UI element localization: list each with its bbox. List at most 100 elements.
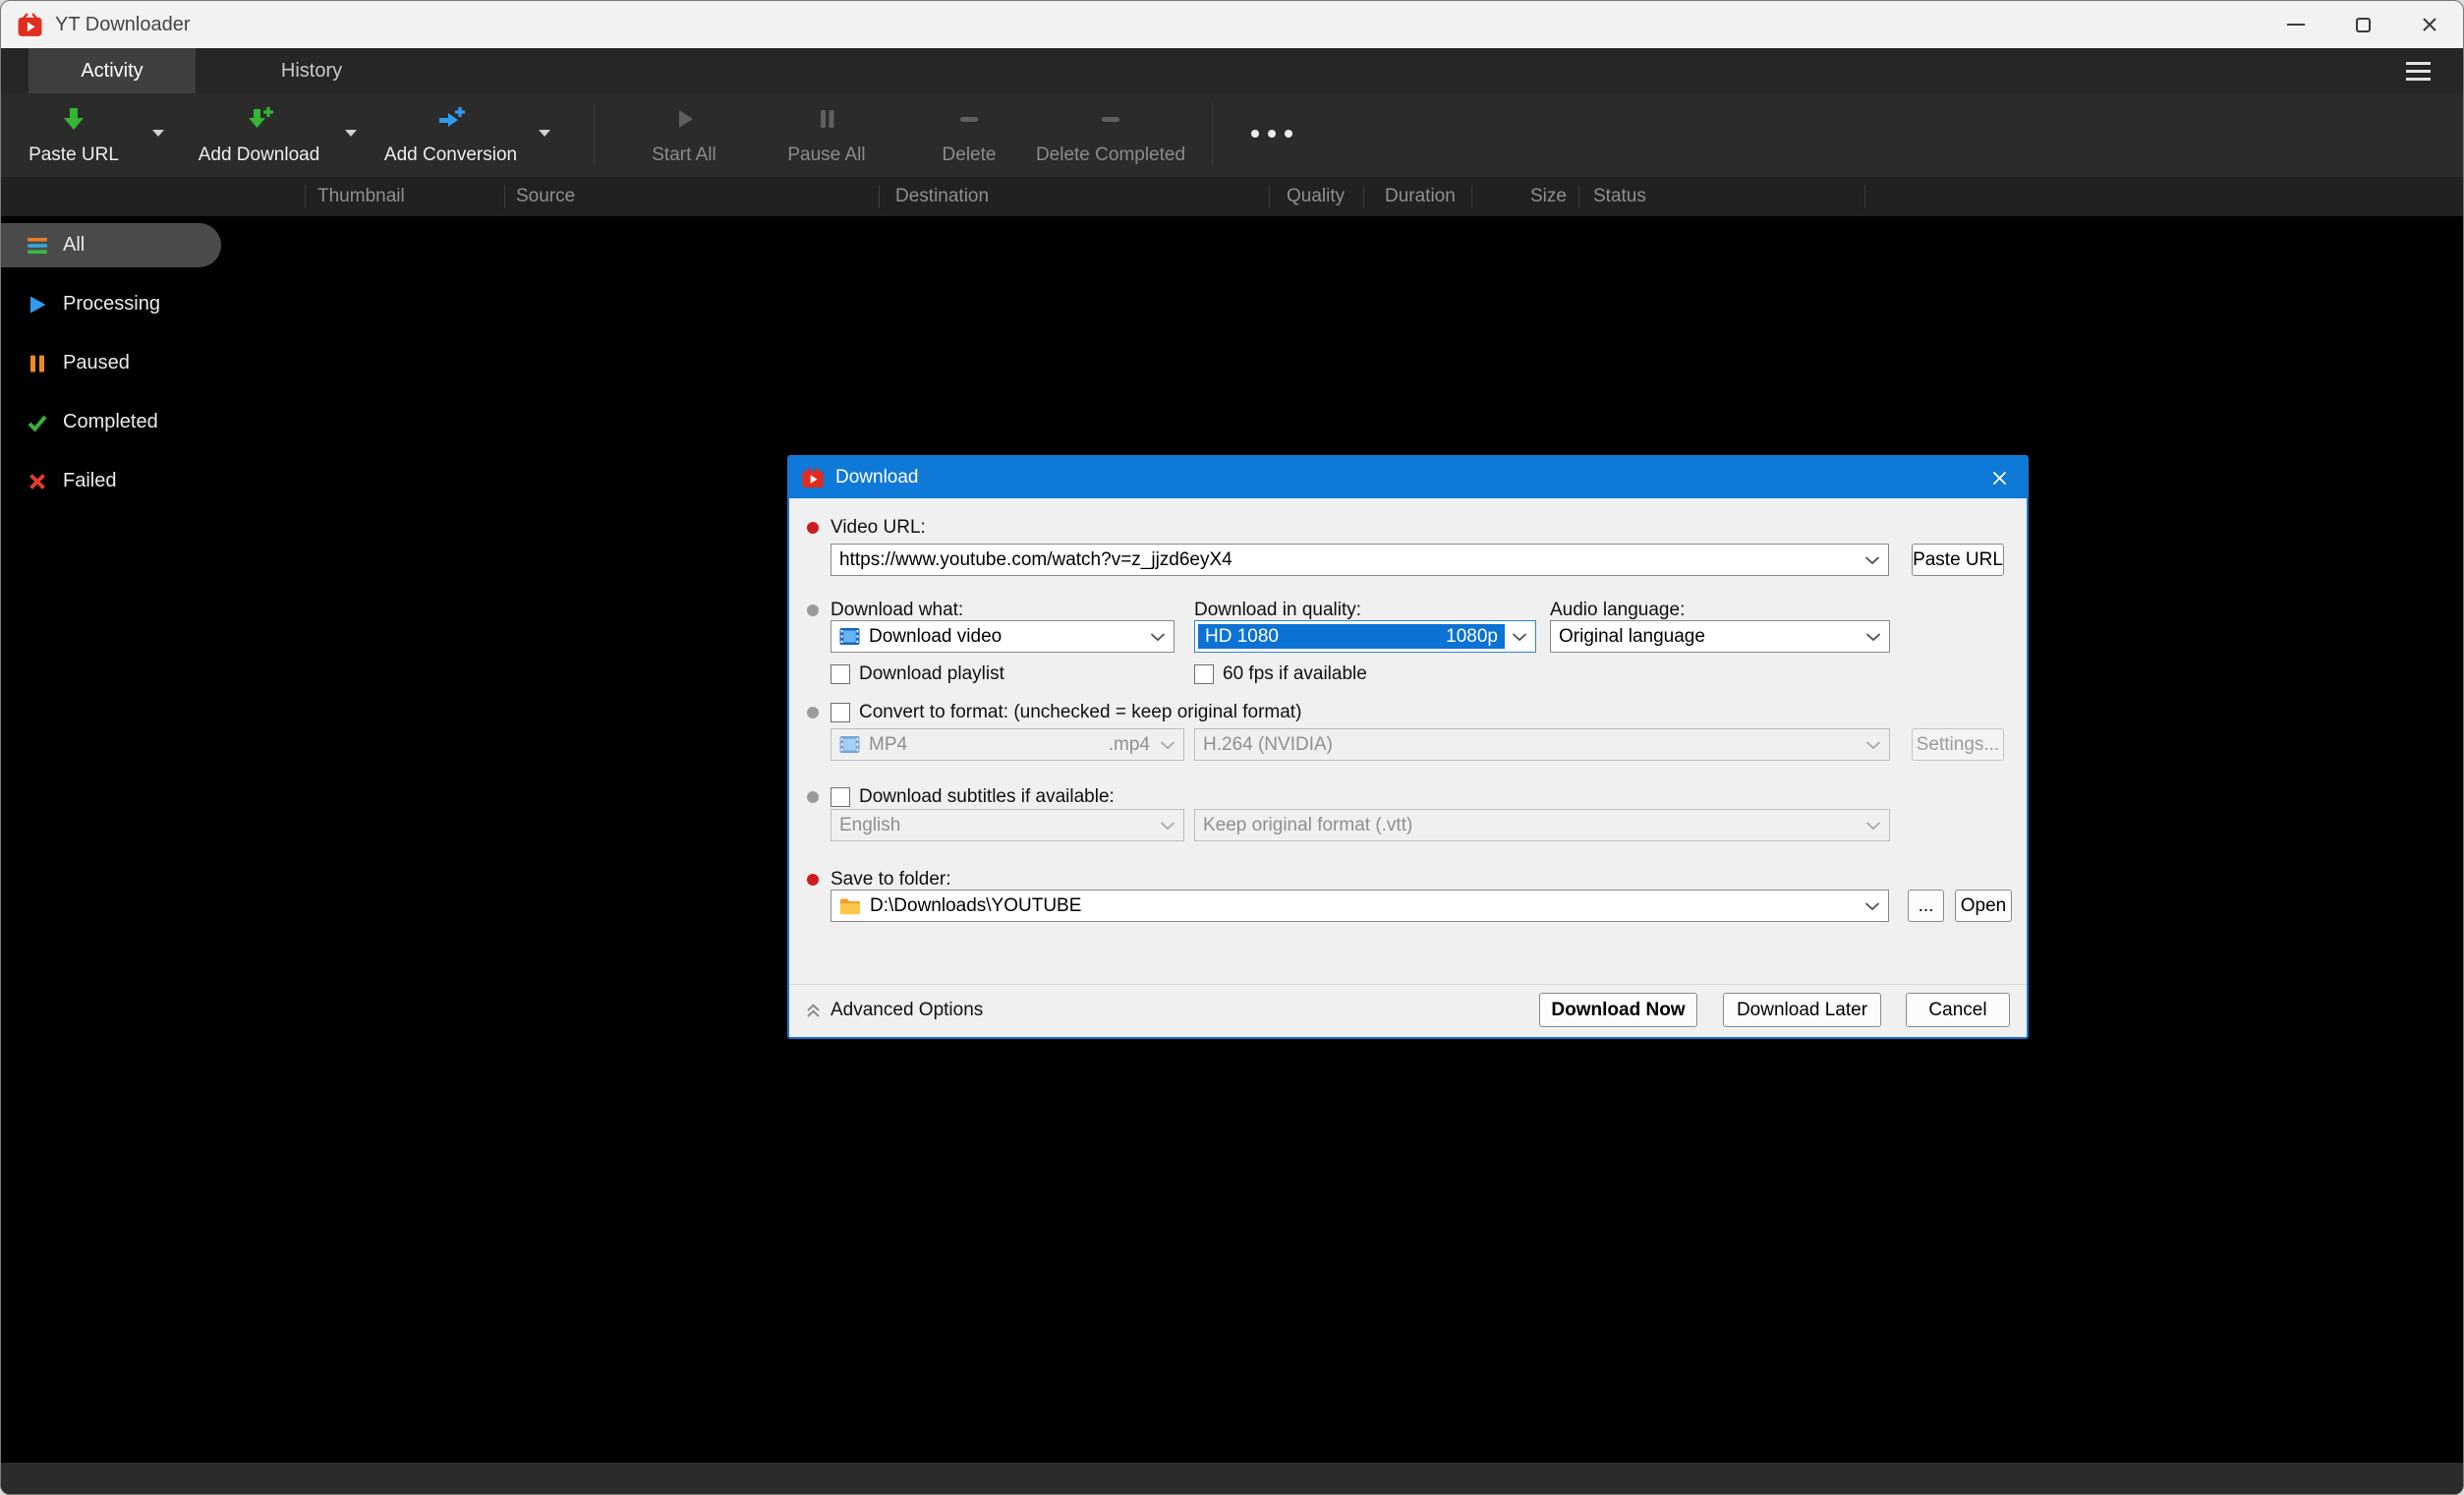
dialog-title-bar: Download <box>789 457 2027 498</box>
download-now-button[interactable]: Download Now <box>1539 993 1697 1027</box>
audio-language-select[interactable]: Original language <box>1550 620 1890 653</box>
column-size[interactable]: Size <box>1530 177 1567 216</box>
chevron-down-icon[interactable] <box>1150 632 1166 641</box>
maximize-button[interactable] <box>2329 1 2396 48</box>
chevron-down-icon[interactable] <box>1512 632 1527 641</box>
app-window: YT Downloader Activity History Paste URL <box>0 0 2464 1495</box>
column-quality[interactable]: Quality <box>1287 177 1345 216</box>
chevron-down-icon[interactable] <box>1865 632 1881 641</box>
filter-processing[interactable]: Processing <box>1 282 221 326</box>
dialog-title: Download <box>835 467 919 489</box>
filter-all-label: All <box>63 234 85 257</box>
delete-button[interactable]: Delete <box>905 99 1033 168</box>
film-icon <box>839 734 860 755</box>
column-status[interactable]: Status <box>1593 177 1646 216</box>
filter-completed-label: Completed <box>63 411 158 433</box>
delete-label: Delete <box>943 144 997 166</box>
more-button[interactable] <box>1237 119 1306 150</box>
tab-history[interactable]: History <box>227 48 396 93</box>
column-source[interactable]: Source <box>516 177 575 216</box>
paused-icon <box>27 353 48 374</box>
add-download-button[interactable]: Add Download <box>198 99 320 168</box>
close-button[interactable] <box>2396 1 2463 48</box>
filter-paused[interactable]: Paused <box>1 341 221 385</box>
paste-url-icon <box>59 103 88 135</box>
download-what-select[interactable]: Download video <box>831 620 1175 653</box>
convert-checkbox[interactable] <box>831 703 850 722</box>
add-download-dropdown[interactable] <box>343 127 359 139</box>
filter-paused-label: Paused <box>63 352 130 374</box>
delete-completed-label: Delete Completed <box>1036 144 1185 166</box>
video-url-value: https://www.youtube.com/watch?v=z_jjzd6e… <box>839 549 1232 571</box>
pause-all-icon <box>812 103 841 135</box>
start-all-icon <box>669 103 699 135</box>
quality-select[interactable]: HD 1080 1080p <box>1194 620 1536 653</box>
paste-url-button[interactable]: Paste URL <box>17 99 131 168</box>
download-playlist-label: Download playlist <box>859 663 1004 685</box>
filter-processing-label: Processing <box>63 293 160 316</box>
chevron-down-icon <box>1160 740 1175 749</box>
download-playlist-checkbox-row: Download playlist <box>831 662 1004 686</box>
chevron-down-icon[interactable] <box>1864 901 1880 910</box>
fps-checkbox-row: 60 fps if available <box>1194 662 1367 686</box>
film-icon <box>839 626 860 647</box>
add-conversion-button[interactable]: Add Conversion <box>384 99 517 168</box>
download-playlist-checkbox[interactable] <box>831 664 850 684</box>
cancel-button[interactable]: Cancel <box>1906 993 2010 1027</box>
title-bar: YT Downloader <box>1 1 2463 48</box>
hamburger-icon <box>2406 62 2431 65</box>
audio-language-label: Audio language: <box>1550 599 1685 622</box>
save-folder-input[interactable]: D:\Downloads\YOUTUBE <box>831 890 1889 922</box>
failed-icon <box>27 471 48 492</box>
close-icon <box>2422 17 2437 32</box>
fps-checkbox[interactable] <box>1194 664 1214 684</box>
filter-all-icon <box>27 235 48 257</box>
add-conversion-icon <box>436 103 466 135</box>
chevron-down-icon <box>1160 821 1175 830</box>
advanced-options-toggle[interactable]: Advanced Options <box>805 994 983 1027</box>
filter-all[interactable]: All <box>1 223 221 267</box>
window-controls <box>2263 1 2463 48</box>
filter-completed[interactable]: Completed <box>1 400 221 444</box>
download-later-button[interactable]: Download Later <box>1723 993 1881 1027</box>
column-destination[interactable]: Destination <box>895 177 989 216</box>
minimize-icon <box>2287 24 2305 26</box>
tab-activity[interactable]: Activity <box>29 48 196 93</box>
quality-right-value: 1080p <box>1446 626 1498 648</box>
subtitle-format-select: Keep original format (.vtt) <box>1194 809 1890 841</box>
quality-label: Download in quality: <box>1194 599 1361 622</box>
browse-folder-button[interactable]: ... <box>1908 890 1944 922</box>
subtitles-checkbox[interactable] <box>831 787 850 807</box>
dialog-footer-divider <box>789 984 2027 985</box>
convert-format-ext: .mp4 <box>1109 734 1152 756</box>
start-all-button[interactable]: Start All <box>620 99 748 168</box>
list-header: Thumbnail Source Destination Quality Dur… <box>1 177 2463 216</box>
subtitles-label: Download subtitles if available: <box>859 786 1115 808</box>
column-thumbnail[interactable]: Thumbnail <box>317 177 405 216</box>
pause-all-button[interactable]: Pause All <box>763 99 890 168</box>
required-dot <box>807 874 819 886</box>
column-duration[interactable]: Duration <box>1385 177 1456 216</box>
convert-format-value: MP4 <box>869 734 907 756</box>
menu-button[interactable] <box>2392 48 2443 93</box>
delete-completed-button[interactable]: Delete Completed <box>1027 99 1194 168</box>
minimize-button[interactable] <box>2263 1 2329 48</box>
chevron-down-icon[interactable] <box>1864 555 1880 564</box>
audio-language-value: Original language <box>1559 626 1705 648</box>
status-bar <box>1 1463 2463 1494</box>
filter-failed[interactable]: Failed <box>1 459 221 503</box>
dialog-close-button[interactable] <box>1981 463 2017 492</box>
open-folder-button[interactable]: Open <box>1955 890 2012 922</box>
pause-all-label: Pause All <box>787 144 865 166</box>
save-folder-value: D:\Downloads\YOUTUBE <box>870 895 1081 917</box>
subtitles-checkbox-row: Download subtitles if available: <box>831 785 1115 809</box>
quality-selection: HD 1080 1080p <box>1198 624 1505 649</box>
paste-url-dropdown[interactable] <box>150 127 166 139</box>
video-url-input[interactable]: https://www.youtube.com/watch?v=z_jjzd6e… <box>831 544 1889 576</box>
dialog-paste-url-button[interactable]: Paste URL <box>1912 544 2004 576</box>
delete-completed-icon <box>1096 103 1125 135</box>
add-conversion-dropdown[interactable] <box>537 127 552 139</box>
toolbar-separator <box>1212 103 1213 164</box>
chevron-down-icon <box>152 124 164 142</box>
toolbar: Paste URL Add Download A <box>1 93 2463 177</box>
